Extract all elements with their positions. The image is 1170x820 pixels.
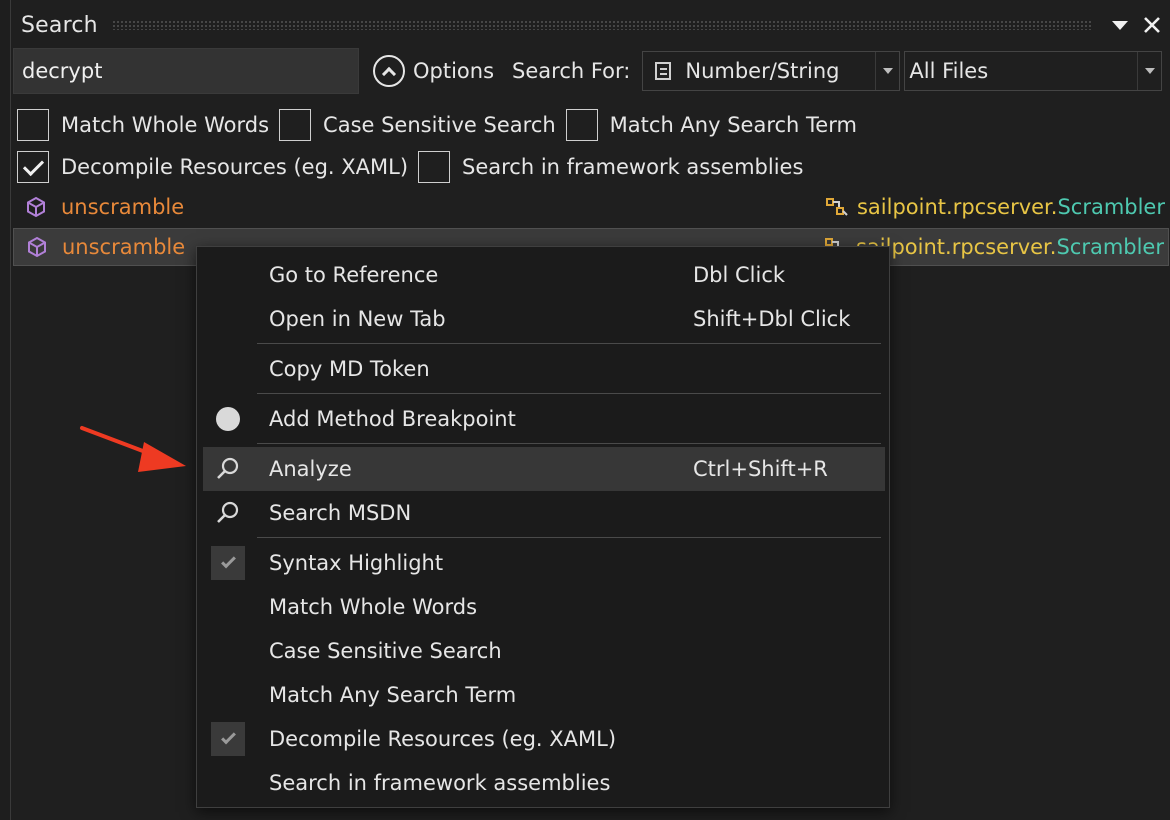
- menu-item-label: Search MSDN: [269, 501, 412, 525]
- titlebar-grip[interactable]: [111, 20, 1093, 30]
- menu-separator: [257, 443, 881, 444]
- close-icon[interactable]: [1139, 12, 1165, 38]
- decompile-resources-checkbox[interactable]: Decompile Resources (eg. XAML): [17, 151, 408, 183]
- checkbox-label: Match Any Search Term: [609, 113, 857, 137]
- chevron-up-circle-icon: [373, 55, 405, 87]
- menu-item-label: Analyze: [269, 457, 352, 481]
- menu-item-search-msdn[interactable]: Search MSDN: [203, 491, 885, 535]
- options-row-1: Match Whole Words Case Sensitive Search …: [17, 108, 867, 142]
- checkbox-box[interactable]: [279, 109, 312, 141]
- method-icon: [27, 196, 45, 218]
- menu-separator: [257, 343, 881, 344]
- checkmark-icon: [211, 546, 245, 580]
- menu-item-shortcut: Shift+Dbl Click: [693, 307, 851, 331]
- match-any-term-checkbox[interactable]: Match Any Search Term: [565, 109, 857, 141]
- checkbox-box[interactable]: [565, 109, 598, 141]
- menu-item-label: Add Method Breakpoint: [269, 407, 516, 431]
- string-type-icon: [655, 62, 672, 80]
- menu-item-syntax-highlight[interactable]: Syntax Highlight: [203, 541, 885, 585]
- result-namespace: sailpoint.rpcserver.: [856, 195, 1058, 219]
- menu-item-add-method-breakpoint[interactable]: Add Method Breakpoint: [203, 397, 885, 441]
- search-input[interactable]: [13, 48, 359, 94]
- search-type-combo[interactable]: Number/String: [642, 51, 901, 91]
- panel-title: Search: [21, 12, 98, 38]
- search-row: Options Search For: Number/String All Fi…: [13, 48, 1169, 94]
- class-icon: [825, 198, 848, 216]
- search-for-label: Search For:: [512, 59, 631, 83]
- annotation-arrow-icon: [80, 426, 186, 472]
- menu-item-label: Case Sensitive Search: [269, 639, 502, 663]
- context-menu: Go to Reference Dbl Click Open in New Ta…: [196, 246, 890, 808]
- method-icon: [28, 236, 46, 258]
- result-class: Scrambler: [1057, 195, 1165, 219]
- case-sensitive-checkbox[interactable]: Case Sensitive Search: [279, 109, 556, 141]
- checkbox-label: Match Whole Words: [61, 113, 270, 137]
- checkbox-label: Decompile Resources (eg. XAML): [61, 155, 409, 179]
- options-button[interactable]: Options: [373, 55, 494, 87]
- result-location: sailpoint.rpcserver. Scrambler: [823, 194, 1165, 220]
- result-row[interactable]: unscramble sailpoint.rpcserver. Scrambler: [13, 188, 1169, 226]
- dropdown-icon[interactable]: [1107, 12, 1133, 38]
- menu-item-label: Syntax Highlight: [269, 551, 444, 575]
- checkbox-box[interactable]: [17, 151, 49, 183]
- checkbox-box[interactable]: [418, 151, 451, 183]
- menu-item-label: Match Whole Words: [269, 595, 478, 619]
- menu-item-case-sensitive-search[interactable]: Case Sensitive Search: [203, 629, 885, 673]
- search-type-value: Number/String: [685, 59, 840, 83]
- menu-item-match-whole-words[interactable]: Match Whole Words: [203, 585, 885, 629]
- menu-item-label: Open in New Tab: [269, 307, 446, 331]
- menu-item-label: Match Any Search Term: [269, 683, 517, 707]
- checkbox-label: Search in framework assemblies: [462, 155, 804, 179]
- menu-item-go-to-reference[interactable]: Go to Reference Dbl Click: [203, 253, 885, 297]
- menu-item-decompile-resources[interactable]: Decompile Resources (eg. XAML): [203, 717, 885, 761]
- menu-item-shortcut: Dbl Click: [693, 263, 786, 287]
- search-scope-value: All Files: [909, 59, 989, 83]
- framework-assemblies-checkbox[interactable]: Search in framework assemblies: [418, 151, 803, 183]
- checkmark-icon: [211, 722, 245, 756]
- chevron-down-icon[interactable]: [1137, 52, 1161, 90]
- menu-item-label: Decompile Resources (eg. XAML): [269, 727, 617, 751]
- options-label: Options: [413, 59, 495, 83]
- checkbox-label: Case Sensitive Search: [323, 113, 556, 137]
- menu-separator: [257, 537, 881, 538]
- menu-item-label: Go to Reference: [269, 263, 439, 287]
- search-scope-combo[interactable]: All Files: [904, 51, 1163, 91]
- menu-item-open-in-new-tab[interactable]: Open in New Tab Shift+Dbl Click: [203, 297, 885, 341]
- checkbox-box[interactable]: [17, 109, 49, 141]
- menu-item-label: Search in framework assemblies: [269, 771, 611, 795]
- result-method-name: unscramble: [61, 195, 185, 219]
- menu-item-shortcut: Ctrl+Shift+R: [693, 457, 828, 481]
- chevron-down-icon[interactable]: [875, 52, 899, 90]
- panel-titlebar: Search: [11, 6, 1170, 44]
- magnifier-icon: [211, 496, 245, 530]
- menu-item-search-framework-assemblies[interactable]: Search in framework assemblies: [203, 761, 885, 805]
- result-method-name: unscramble: [62, 235, 186, 259]
- result-class: Scrambler: [1056, 235, 1164, 259]
- options-row-2: Decompile Resources (eg. XAML) Search in…: [17, 150, 813, 184]
- menu-item-analyze[interactable]: Analyze Ctrl+Shift+R: [203, 447, 885, 491]
- magnifier-icon: [211, 452, 245, 486]
- match-whole-words-checkbox[interactable]: Match Whole Words: [17, 109, 269, 141]
- breakpoint-icon: [211, 402, 245, 436]
- menu-item-match-any-search-term[interactable]: Match Any Search Term: [203, 673, 885, 717]
- menu-item-copy-md-token[interactable]: Copy MD Token: [203, 347, 885, 391]
- menu-item-label: Copy MD Token: [269, 357, 430, 381]
- menu-separator: [257, 393, 881, 394]
